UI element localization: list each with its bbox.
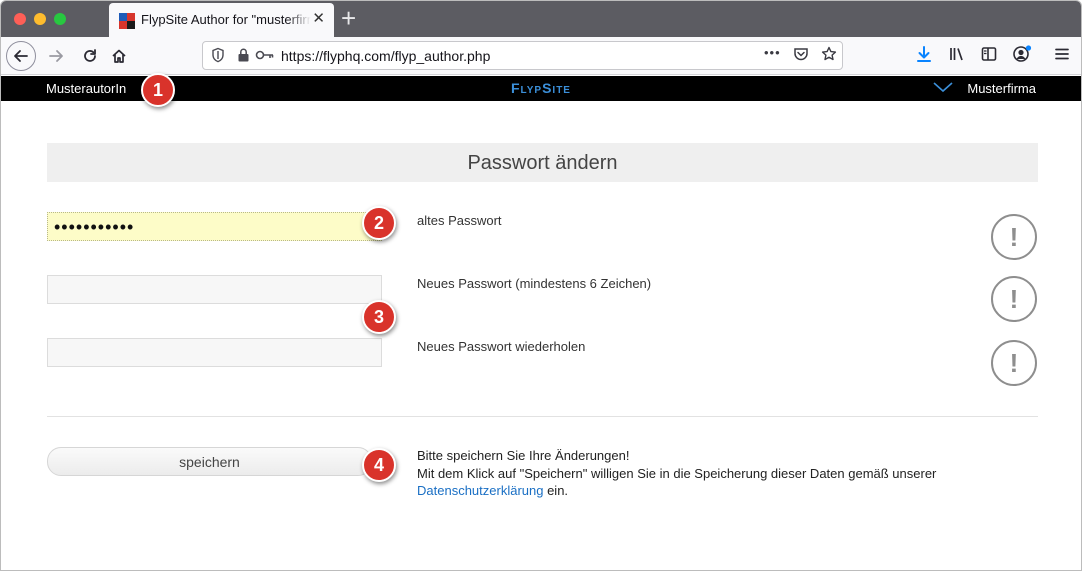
form-divider [47,416,1038,417]
minimize-window-button[interactable] [34,13,46,25]
tab-strip: FlypSite Author for "musterfirma" ✕ + [1,1,1081,37]
shield-icon[interactable] [211,47,225,66]
privacy-policy-link[interactable]: Datenschutzerklärung [417,483,543,498]
reload-icon [84,49,96,62]
repeat-password-label: Neues Passwort wiederholen [417,339,586,354]
new-password-label: Neues Passwort (mindestens 6 Zeichen) [417,276,652,291]
consent-suffix: ein. [543,483,569,498]
pocket-icon[interactable] [793,46,809,65]
callout-badge-2: 2 [362,206,396,240]
old-password-field[interactable]: ••••••••••• [47,212,382,241]
tab-title: FlypSite Author for "musterfirma" [141,12,311,27]
callout-badge-3: 3 [362,300,396,334]
repeat-password-warning-icon: ! [991,340,1037,386]
new-password-field[interactable] [47,275,382,304]
save-reminder-text: Bitte speichern Sie Ihre Änderungen! [417,448,630,463]
new-tab-button[interactable]: + [341,5,356,31]
forward-button[interactable] [41,41,71,71]
page-actions-more-icon[interactable]: ••• [764,45,781,60]
downloads-icon[interactable] [915,45,933,68]
page-title-bar: Passwort ändern [47,143,1038,182]
repeat-password-field[interactable] [47,338,382,367]
consent-text: Mit dem Klick auf "Speichern" willigen S… [417,466,937,481]
zoom-window-button[interactable] [54,13,66,25]
sidebar-icon[interactable] [980,45,998,68]
navigation-toolbar: https://flyphq.com/flyp_author.php ••• [1,37,1081,75]
lock-icon[interactable] [237,47,250,66]
callout-badge-1: 1 [141,73,175,107]
browser-window: FlypSite Author for "musterfirma" ✕ + ht… [0,0,1082,571]
arrow-left-icon [14,50,28,62]
flypsite-favicon-icon [119,13,135,29]
bookmark-star-icon[interactable] [821,46,837,65]
company-menu-link[interactable]: Musterfirma [967,81,1036,96]
consent-text-end: Datenschutzerklärung ein. [417,483,568,498]
hamburger-menu-icon[interactable] [1053,45,1071,68]
library-icon[interactable] [948,45,966,68]
tab-flypsite-author[interactable]: FlypSite Author for "musterfirma" ✕ [109,3,334,37]
old-password-warning-icon: ! [991,214,1037,260]
address-bar[interactable]: https://flyphq.com/flyp_author.php ••• [202,41,843,70]
back-button[interactable] [6,41,36,71]
home-button[interactable] [104,41,134,71]
old-password-label: altes Passwort [417,213,502,228]
callout-badge-4: 4 [362,448,396,482]
key-icon[interactable] [255,47,275,66]
page-title: Passwort ändern [467,152,618,174]
new-password-warning-icon: ! [991,276,1037,322]
close-window-button[interactable] [14,13,26,25]
tab-close-icon[interactable]: ✕ [312,11,325,27]
save-button[interactable]: speichern [47,447,372,476]
chevron-down-icon[interactable] [933,79,953,95]
arrow-right-icon [49,50,63,62]
reload-button[interactable] [75,41,105,71]
account-icon[interactable] [1012,45,1032,68]
url-text: https://flyphq.com/flyp_author.php [281,48,491,64]
home-icon [112,49,126,63]
